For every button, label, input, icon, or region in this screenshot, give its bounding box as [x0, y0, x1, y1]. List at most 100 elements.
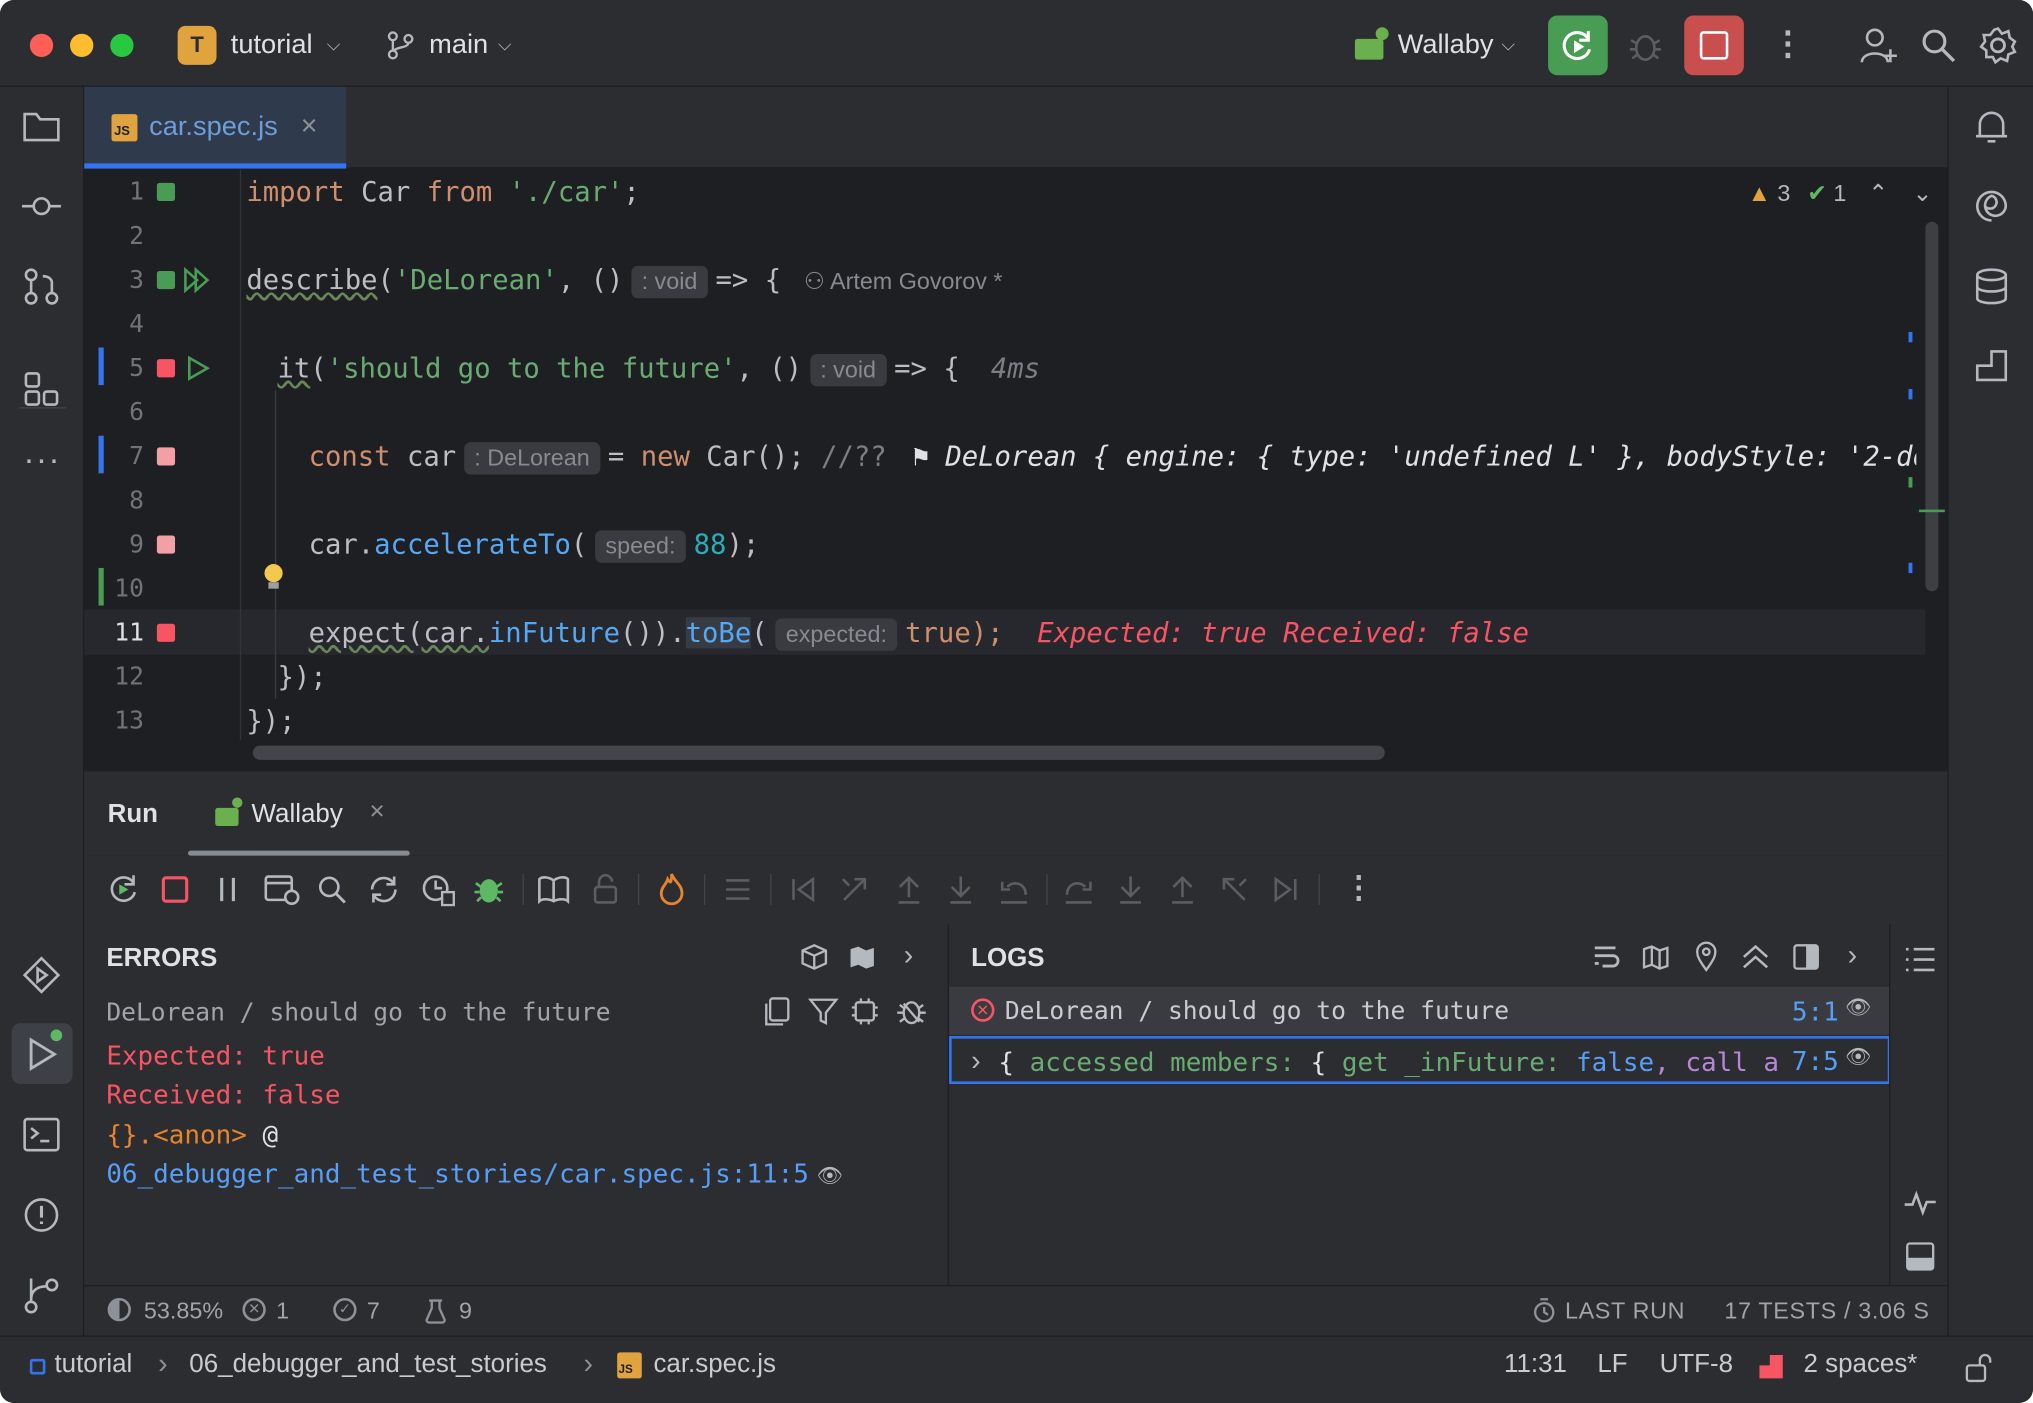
stop-icon[interactable]: [159, 874, 190, 905]
debug-icon[interactable]: [1627, 29, 1663, 63]
step-up-icon[interactable]: [893, 874, 924, 905]
gear-icon[interactable]: [1979, 26, 2018, 65]
add-user-icon[interactable]: [1859, 26, 1898, 65]
database-icon[interactable]: [1973, 267, 2009, 306]
stack-location-link[interactable]: 06_debugger_and_test_stories/car.spec.js…: [106, 1158, 843, 1189]
copy-icon[interactable]: [761, 996, 792, 1027]
token: (: [751, 617, 768, 649]
more-icon[interactable]: ⋮: [1771, 23, 1805, 63]
problems-icon[interactable]: [22, 1196, 61, 1235]
pull-request-icon[interactable]: [22, 267, 61, 306]
step-back-icon[interactable]: [787, 874, 818, 905]
close-tab-icon[interactable]: ×: [301, 109, 318, 143]
split-panel-icon[interactable]: [1792, 943, 1821, 972]
close-tab-icon[interactable]: ×: [370, 797, 385, 827]
coverage-value[interactable]: 53.85%: [144, 1298, 223, 1325]
step-over-back-icon[interactable]: [997, 874, 1031, 905]
passed-count[interactable]: 7: [367, 1298, 380, 1325]
run-button[interactable]: [1548, 15, 1608, 76]
more-icon[interactable]: ⋮: [1343, 869, 1374, 907]
eye-icon[interactable]: 👁: [817, 1163, 843, 1188]
lock-icon[interactable]: [593, 873, 619, 905]
log-row-test[interactable]: ✕ DeLorean / should go to the future 5:1…: [949, 986, 1891, 1035]
indent-setting[interactable]: 2 spaces*: [1804, 1350, 1918, 1380]
step-forward-icon[interactable]: [1271, 874, 1302, 905]
collapse-all-icon[interactable]: [1740, 941, 1771, 972]
failed-count[interactable]: 1: [276, 1298, 289, 1325]
map-icon[interactable]: [1641, 943, 1670, 972]
code-editor[interactable]: 1 2 3 4 5 6 7 8 9 10 11 12 13 import Car…: [84, 169, 1948, 771]
chevron-right-icon[interactable]: ›: [904, 939, 914, 973]
chevron-right-icon[interactable]: ›: [1848, 939, 1858, 973]
log-row-value[interactable]: › { accessed members: { get _inFuture: f…: [949, 1036, 1891, 1085]
clock-file-icon[interactable]: [420, 873, 456, 907]
token: 'should go to the future': [326, 352, 737, 384]
wrap-icon[interactable]: [1591, 943, 1620, 972]
run-to-cursor-icon[interactable]: [1219, 874, 1250, 905]
browser-icon[interactable]: [263, 873, 300, 907]
step-over-icon[interactable]: [1062, 874, 1096, 905]
folder-icon[interactable]: [22, 109, 61, 143]
ai-assistant-icon[interactable]: [1972, 187, 2011, 226]
log-location[interactable]: 7:5: [1792, 1045, 1839, 1076]
breadcrumb-file[interactable]: car.spec.js: [653, 1350, 776, 1380]
step-out-icon[interactable]: [1167, 874, 1198, 905]
list-icon[interactable]: [722, 875, 753, 904]
lightbulb-icon[interactable]: [263, 563, 284, 592]
stop-button[interactable]: [1684, 15, 1744, 76]
step-down-icon[interactable]: [945, 874, 976, 905]
tab-car-spec[interactable]: JS car.spec.js ×: [84, 86, 347, 169]
panel-bottom-icon[interactable]: [1905, 1241, 1936, 1272]
caret-position[interactable]: 11:31: [1504, 1350, 1567, 1380]
sync-icon[interactable]: [367, 874, 401, 905]
services-icon[interactable]: [21, 954, 62, 995]
eye-icon[interactable]: 👁: [1845, 995, 1871, 1021]
close-window-button[interactable]: [29, 33, 54, 58]
vertical-scrollbar[interactable]: [1925, 221, 1939, 592]
cube-icon[interactable]: [800, 943, 829, 972]
log-location[interactable]: 5:1: [1792, 996, 1839, 1027]
map-icon[interactable]: [848, 943, 877, 972]
next-highlight-icon[interactable]: ⌄: [1913, 180, 1933, 206]
search-icon[interactable]: [1920, 27, 1956, 63]
expand-chevron-icon[interactable]: ›: [971, 1044, 981, 1078]
debug-icon[interactable]: [896, 996, 927, 1027]
git-icon[interactable]: [23, 1276, 59, 1315]
horizontal-scrollbar[interactable]: [252, 745, 1385, 760]
author-annotation[interactable]: ⚇ Artem Govorov *: [804, 268, 1003, 295]
line-separator[interactable]: LF: [1597, 1350, 1627, 1380]
run-test-icon[interactable]: [185, 355, 211, 381]
pulse-icon[interactable]: [1903, 1189, 1937, 1218]
zoom-window-button[interactable]: [110, 33, 134, 58]
eye-icon[interactable]: 👁: [1845, 1044, 1871, 1070]
filter-icon[interactable]: [807, 996, 839, 1027]
chip-icon[interactable]: [849, 996, 880, 1027]
unlock-icon[interactable]: [1964, 1352, 1993, 1383]
todo-count[interactable]: 9: [459, 1298, 472, 1325]
book-icon[interactable]: [537, 875, 571, 904]
breadcrumb-folder[interactable]: 06_debugger_and_test_stories: [189, 1350, 547, 1380]
structure-icon[interactable]: [23, 371, 59, 407]
commit-icon[interactable]: [19, 191, 63, 222]
debug-icon[interactable]: [472, 873, 506, 907]
terminal-icon[interactable]: [22, 1116, 61, 1152]
step-out-back-icon[interactable]: [839, 874, 870, 905]
file-encoding[interactable]: UTF-8: [1660, 1350, 1733, 1380]
step-into-icon[interactable]: [1115, 874, 1146, 905]
previous-highlight-icon[interactable]: ⌃: [1868, 180, 1888, 206]
more-tools-icon[interactable]: ···: [23, 440, 61, 480]
run-tool-button[interactable]: [11, 1023, 73, 1085]
log-test-path: DeLorean / should go to the future: [1004, 997, 1510, 1026]
pause-icon[interactable]: [213, 874, 244, 905]
flame-icon[interactable]: [656, 871, 687, 907]
breadcrumb-project[interactable]: tutorial: [54, 1350, 132, 1380]
minimize-window-button[interactable]: [70, 33, 94, 58]
problems-widget[interactable]: ▲ 3 ✔ 1 ⌃ ⌄: [1748, 180, 1932, 207]
location-pin-icon[interactable]: [1693, 941, 1719, 972]
stair-icon[interactable]: [1973, 348, 2009, 384]
list-icon[interactable]: [1903, 945, 1937, 974]
run-all-tests-icon[interactable]: [183, 267, 212, 294]
rerun-icon[interactable]: [106, 873, 140, 907]
search-icon[interactable]: [316, 874, 347, 905]
notifications-icon[interactable]: [1973, 108, 2009, 147]
